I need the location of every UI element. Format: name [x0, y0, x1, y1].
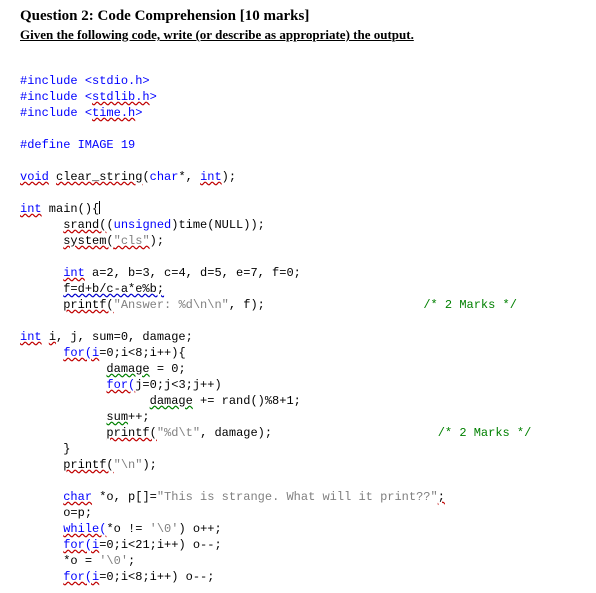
str-answer: "Answer: %d\n\n": [114, 298, 229, 312]
pp-include: #include: [20, 74, 78, 88]
question-title: Question 2: Code Comprehension [10 marks…: [20, 8, 576, 25]
hdr-stdio: <stdio.h>: [85, 74, 150, 88]
fn-system: system(: [63, 234, 113, 248]
angle-gt: >: [150, 90, 157, 104]
fn-printf: printf(: [63, 298, 113, 312]
var-i: i: [49, 330, 56, 344]
angle-gt: >: [135, 106, 142, 120]
kw-void: void: [20, 170, 49, 184]
sig-end: );: [222, 170, 236, 184]
str-tab: "%d\t": [157, 426, 200, 440]
var-damage: damage: [150, 394, 193, 408]
comma: ,: [186, 170, 200, 184]
pp-define: #define IMAGE 19: [20, 138, 135, 152]
fn-printf: printf(: [106, 426, 156, 440]
kw-for: for(i: [63, 570, 99, 584]
printf-end: , f);: [229, 298, 265, 312]
question-subtitle: Given the following code, write (or desc…: [20, 27, 576, 43]
kw-for: for(i: [63, 346, 99, 360]
fn-srand: srand(: [63, 218, 106, 232]
var-sum: sum: [106, 410, 128, 424]
var-damage: damage: [106, 362, 149, 376]
while-cond: *o !=: [106, 522, 149, 536]
hdr-stdlib: stdlib.h: [92, 90, 150, 104]
sum-inc: ++;: [128, 410, 150, 424]
kw-unsigned: unsigned: [114, 218, 172, 232]
angle-lt: <: [85, 90, 92, 104]
expr-f: f=d+b/c-a*e%b;: [63, 282, 164, 296]
kw-for: for(: [106, 378, 135, 392]
paren: (: [106, 218, 113, 232]
kw-int: int: [200, 170, 222, 184]
while-end: ) o++;: [178, 522, 221, 536]
str-strange: "This is strange. What will it print??": [157, 490, 438, 504]
for2-body: j=0;j<3;j++): [135, 378, 221, 392]
str-nl: "\n": [114, 458, 143, 472]
kw-int: int: [63, 266, 85, 280]
printf2-end: , damage);: [200, 426, 272, 440]
for4-body: =0;i<8;i++) o--;: [99, 570, 214, 584]
kw-char: char: [150, 170, 179, 184]
fn-printf: printf(: [63, 458, 113, 472]
sys-end: );: [150, 234, 164, 248]
brace-close: }: [63, 442, 70, 456]
fn-clear-string: clear_string: [56, 170, 142, 184]
op-assign: o=p;: [63, 506, 92, 520]
text-caret: [99, 201, 100, 214]
kw-while: while(: [63, 522, 106, 536]
hdr-time: time.h: [92, 106, 135, 120]
str-cls: "cls": [114, 234, 150, 248]
srand-end: )time(NULL));: [171, 218, 265, 232]
char-nul: '\0': [99, 554, 128, 568]
star-o: *o =: [63, 554, 99, 568]
char-nul: '\0': [150, 522, 179, 536]
for1-body: =0;i<8;i++){: [99, 346, 185, 360]
pp-include: #include: [20, 90, 78, 104]
kw-int: int: [20, 330, 42, 344]
kw-int: int: [20, 202, 42, 216]
comment-marks: /* 2 Marks */: [438, 426, 532, 440]
p-decl: *o, p[]=: [92, 490, 157, 504]
angle-lt: <: [85, 106, 92, 120]
for3-body: =0;i<21;i++) o--;: [99, 538, 221, 552]
star-o-end: ;: [128, 554, 135, 568]
star: *: [178, 170, 185, 184]
fn-main: main(){: [42, 202, 100, 216]
dmg-assign: = 0;: [150, 362, 186, 376]
code-block: #include <stdio.h> #include <stdlib.h> #…: [20, 57, 576, 585]
var-decl: a=2, b=3, c=4, d=5, e=7, f=0;: [85, 266, 301, 280]
p-semi: ;: [438, 490, 445, 504]
kw-char: char: [63, 490, 92, 504]
ij-rest: , j, sum=0, damage;: [56, 330, 193, 344]
pp-include: #include: [20, 106, 78, 120]
comment-marks: /* 2 Marks */: [423, 298, 517, 312]
fn-sig: (: [142, 170, 149, 184]
kw-for: for(i: [63, 538, 99, 552]
dmg-inc: += rand()%8+1;: [193, 394, 301, 408]
printf3-end: );: [142, 458, 156, 472]
